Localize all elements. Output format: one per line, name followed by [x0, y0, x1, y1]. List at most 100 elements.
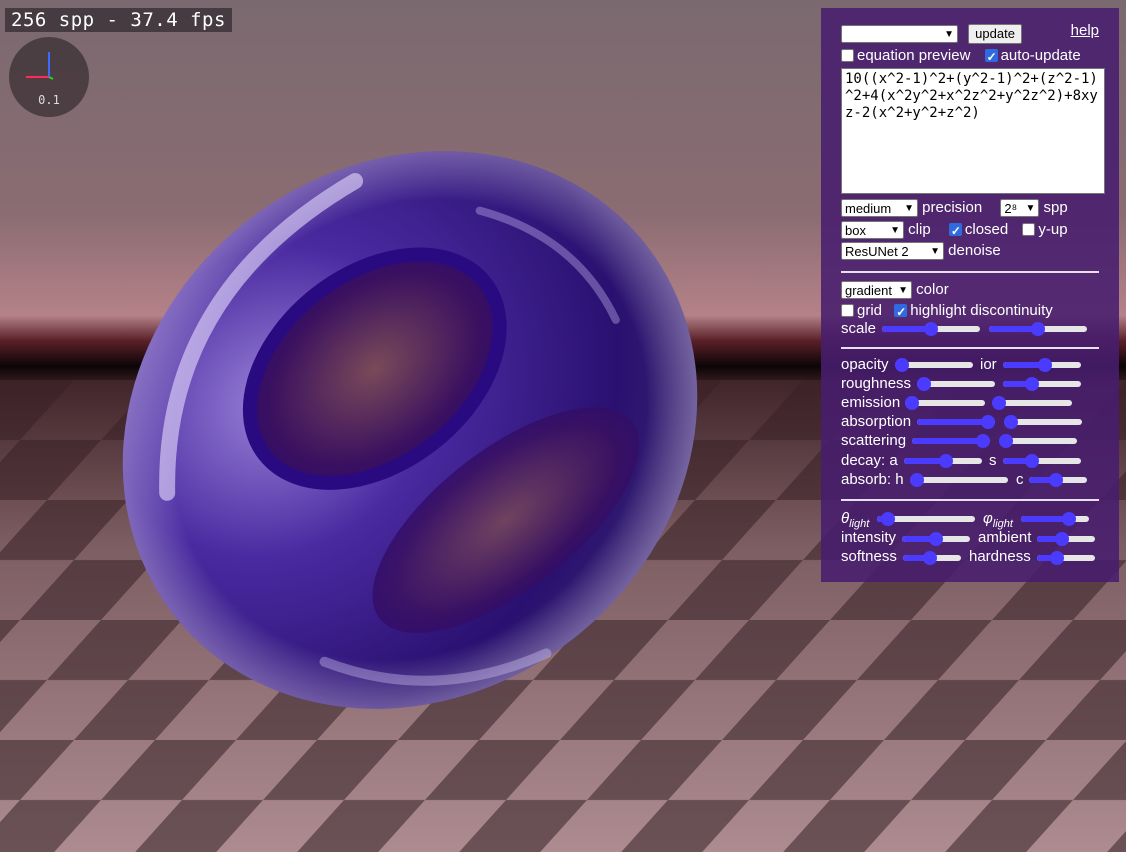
fps-readout: 256 spp - 37.4 fps [5, 8, 232, 32]
y-up-label: y-up [1038, 221, 1068, 239]
hardness-slider[interactable] [1037, 550, 1095, 566]
theta-light-label: θlight [841, 509, 869, 530]
denoise-value: ResUNet 2 [845, 244, 909, 260]
slider-thumb[interactable] [922, 551, 937, 565]
slider-thumb[interactable] [917, 377, 931, 391]
slider-thumb[interactable] [895, 358, 909, 372]
color-label: color [916, 281, 949, 299]
slider-thumb[interactable] [1038, 358, 1053, 372]
precision-select[interactable]: medium ▼ [841, 199, 918, 218]
chevron-down-icon: ▼ [890, 225, 900, 237]
auto-update-checkbox[interactable] [984, 47, 998, 67]
spp-value: 2⁸ [1004, 201, 1018, 217]
intensity-slider[interactable] [902, 531, 970, 547]
chevron-down-icon: ▼ [898, 285, 908, 297]
emission-slider[interactable] [905, 395, 985, 411]
scale-slider-a[interactable] [882, 321, 980, 337]
highlight-discontinuity-label: highlight discontinuity [910, 302, 1053, 320]
ior-slider[interactable] [1003, 357, 1081, 373]
theta-symbol: θ [841, 510, 850, 527]
absorb-c-label: c [1016, 471, 1024, 488]
clip-value: box [845, 223, 866, 239]
slider-thumb[interactable] [929, 532, 943, 546]
ior-label: ior [980, 356, 997, 373]
slider-thumb[interactable] [1025, 377, 1040, 391]
denoise-label: denoise [948, 242, 1001, 260]
chevron-down-icon: ▼ [904, 203, 914, 215]
softness-label: softness [841, 548, 897, 565]
absorption-slider-2[interactable] [1004, 414, 1082, 430]
color-value: gradient [845, 283, 892, 299]
decay-s-slider[interactable] [1003, 453, 1081, 469]
clip-select[interactable]: box ▼ [841, 221, 904, 240]
emission-slider-2[interactable] [992, 395, 1072, 411]
slider-track [910, 477, 1008, 483]
divider [841, 347, 1099, 349]
hardness-label: hardness [969, 548, 1031, 565]
spp-select[interactable]: 2⁸ ▼ [1000, 199, 1040, 218]
slider-thumb[interactable] [924, 322, 938, 336]
precision-value: medium [845, 201, 892, 217]
clip-label: clip [908, 221, 931, 239]
scattering-label: scattering [841, 432, 907, 449]
slider-thumb[interactable] [905, 396, 919, 410]
absorb-c-slider[interactable] [1029, 472, 1087, 488]
phi-symbol: φ [983, 510, 993, 527]
slider-thumb[interactable] [910, 473, 924, 487]
absorption-label: absorption [841, 413, 912, 430]
decay-a-slider[interactable] [904, 453, 982, 469]
color-select[interactable]: gradient ▼ [841, 281, 912, 300]
opacity-slider[interactable] [895, 357, 973, 373]
slider-thumb[interactable] [999, 434, 1013, 448]
preset-select[interactable]: ▼ [841, 25, 958, 44]
axis-gizmo[interactable]: 0.1 [9, 37, 89, 117]
chevron-down-icon: ▼ [1025, 203, 1036, 215]
equation-preview-label: equation preview [857, 47, 971, 65]
grid-label: grid [857, 302, 883, 320]
slider-fill [912, 438, 983, 444]
decay-a-label: decay: a [841, 452, 898, 469]
chevron-down-icon: ▼ [944, 29, 954, 41]
equation-preview-checkbox[interactable] [841, 48, 854, 62]
emission-label: emission [841, 394, 901, 411]
roughness-slider[interactable] [917, 376, 995, 392]
slider-thumb[interactable] [1050, 551, 1065, 565]
theta-light-slider[interactable] [877, 511, 975, 527]
divider [841, 271, 1099, 273]
equation-textarea[interactable]: 10((x^2-1)^2+(y^2-1)^2+(z^2-1)^2+4(x^2y^… [841, 68, 1105, 194]
highlight-discontinuity-checkbox[interactable] [894, 302, 908, 322]
ambient-slider[interactable] [1037, 531, 1095, 547]
slider-thumb[interactable] [1004, 415, 1018, 429]
scattering-slider-2[interactable] [999, 433, 1077, 449]
roughness-label: roughness [841, 375, 912, 392]
opacity-label: opacity [841, 356, 889, 373]
scale-slider-b[interactable] [989, 321, 1087, 337]
divider [841, 499, 1099, 501]
slider-thumb[interactable] [1025, 454, 1040, 468]
roughness-slider-2[interactable] [1003, 376, 1081, 392]
absorption-slider[interactable] [917, 414, 995, 430]
slider-thumb[interactable] [939, 454, 954, 468]
closed-checkbox[interactable] [948, 221, 962, 241]
slider-thumb[interactable] [881, 512, 896, 526]
slider-thumb[interactable] [981, 415, 995, 429]
scattering-slider[interactable] [912, 433, 990, 449]
denoise-select[interactable]: ResUNet 2 ▼ [841, 242, 944, 261]
slider-thumb[interactable] [1054, 532, 1069, 546]
slider-thumb[interactable] [1048, 473, 1063, 487]
y-up-checkbox[interactable] [1022, 222, 1036, 236]
gizmo-scale-label: 0.1 [38, 93, 60, 107]
help-link[interactable]: help [1071, 22, 1099, 39]
phi-light-slider[interactable] [1021, 511, 1089, 527]
closed-label: closed [964, 221, 1009, 239]
slider-thumb[interactable] [976, 434, 990, 448]
decay-s-label: s [989, 452, 997, 469]
update-button[interactable]: update [968, 24, 1022, 44]
slider-thumb[interactable] [1061, 512, 1076, 526]
slider-thumb[interactable] [992, 396, 1006, 410]
slider-thumb[interactable] [1031, 322, 1045, 336]
absorb-h-slider[interactable] [910, 472, 1008, 488]
grid-checkbox[interactable] [841, 303, 854, 317]
softness-slider[interactable] [903, 550, 961, 566]
control-panel: ▼ update help equation preview auto-upda… [821, 8, 1119, 582]
